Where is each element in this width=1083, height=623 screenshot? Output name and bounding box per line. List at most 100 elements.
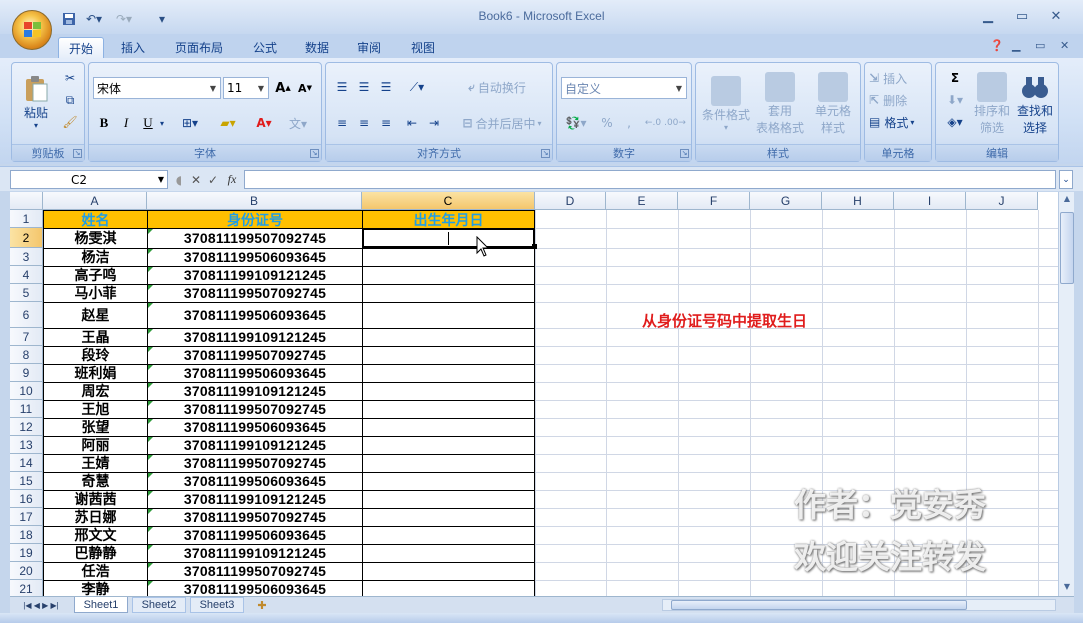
tab-formulas[interactable]: 公式	[242, 37, 288, 58]
name-cell[interactable]: 奇慧	[44, 472, 147, 490]
row-header[interactable]: 1	[10, 210, 43, 228]
fill-color-icon[interactable]: ▰▾	[211, 113, 245, 133]
worksheet-grid[interactable]: ABCDEFGHIJ 1 2 杨雯淇 370811199507092745 3 杨洁 370…	[10, 192, 1058, 596]
formula-expand-icon[interactable]: ◖	[170, 170, 188, 189]
name-cell[interactable]: 任浩	[44, 562, 147, 580]
id-number-cell[interactable]: 370811199506093645	[148, 248, 362, 266]
conditional-formatting-button[interactable]: 条件格式 ▾	[700, 67, 752, 141]
orientation-icon[interactable]: ⟋▾	[402, 77, 432, 97]
column-header-f[interactable]: F	[678, 192, 750, 210]
error-indicator-icon[interactable]	[148, 267, 153, 272]
number-launcher-icon[interactable]: ↘	[680, 149, 689, 158]
ribbon-restore-icon[interactable]: ▭	[1035, 39, 1045, 52]
name-cell[interactable]: 马小菲	[44, 284, 147, 302]
id-number-cell[interactable]: 370811199109121245	[148, 382, 362, 400]
row-header[interactable]: 12	[10, 418, 43, 436]
font-size-select[interactable]: 11 ▼	[223, 77, 269, 99]
name-cell[interactable]: 苏日娜	[44, 508, 147, 526]
name-cell[interactable]: 邢文文	[44, 526, 147, 544]
decrease-indent-icon[interactable]: ⇤	[402, 113, 422, 133]
row-header[interactable]: 7	[10, 328, 43, 346]
delete-cells-button[interactable]: ⇱ 删除	[869, 91, 931, 109]
insert-function-button[interactable]: fx	[222, 170, 242, 189]
name-cell[interactable]: 巴静静	[44, 544, 147, 562]
row-header[interactable]: 13	[10, 436, 43, 454]
font-launcher-icon[interactable]: ↘	[310, 149, 319, 158]
number-format-select[interactable]: 自定义 ▼	[561, 77, 687, 99]
error-indicator-icon[interactable]	[148, 249, 153, 254]
id-number-cell[interactable]: 370811199109121245	[148, 328, 362, 346]
row-header[interactable]: 9	[10, 364, 43, 382]
row-header[interactable]: 2	[10, 228, 43, 248]
minimize-button[interactable]: ▁	[972, 6, 1004, 26]
error-indicator-icon[interactable]	[148, 303, 153, 308]
comma-style-icon[interactable]: ,	[619, 113, 639, 133]
align-left-icon[interactable]: ≡	[332, 113, 352, 133]
grow-font-icon[interactable]: A ▲	[273, 78, 293, 98]
column-header-b[interactable]: B	[147, 192, 362, 210]
id-number-cell[interactable]: 370811199507092745	[148, 284, 362, 302]
name-cell[interactable]: 赵星	[44, 302, 147, 328]
name-cell[interactable]: 班利娟	[44, 364, 147, 382]
id-number-cell[interactable]: 370811199109121245	[148, 436, 362, 454]
header-name-cell[interactable]: 姓名	[44, 211, 147, 229]
row-header[interactable]: 15	[10, 472, 43, 490]
tab-view[interactable]: 视图	[400, 37, 446, 58]
name-cell[interactable]: 谢茜茜	[44, 490, 147, 508]
row-header[interactable]: 6	[10, 302, 43, 328]
id-number-cell[interactable]: 370811199506093645	[148, 526, 362, 544]
horizontal-scrollbar[interactable]	[662, 599, 1056, 611]
error-indicator-icon[interactable]	[148, 229, 153, 234]
tab-data[interactable]: 数据	[294, 37, 340, 58]
clear-icon[interactable]: ◈▾	[940, 113, 970, 131]
align-top-icon[interactable]: ☰	[332, 77, 352, 97]
name-cell[interactable]: 阿丽	[44, 436, 147, 454]
column-header-j[interactable]: J	[966, 192, 1038, 210]
font-name-select[interactable]: 宋体 ▼	[93, 77, 221, 99]
tab-home[interactable]: 开始	[58, 37, 104, 58]
wrap-text-button[interactable]: ⤶ 自动换行	[452, 77, 542, 97]
row-header[interactable]: 18	[10, 526, 43, 544]
id-number-cell[interactable]: 370811199109121245	[148, 544, 362, 562]
sheet-nav-icons[interactable]: |◀ ◀ ▶ ▶|	[12, 597, 70, 613]
row-header[interactable]: 5	[10, 284, 43, 302]
format-cells-button[interactable]: ▤ 格式 ▾	[869, 113, 931, 131]
horizontal-scroll-thumb[interactable]	[671, 600, 967, 610]
font-color-icon[interactable]: A▾	[249, 113, 279, 133]
cell-styles-button[interactable]: 单元格 样式	[808, 67, 858, 141]
column-header-h[interactable]: H	[822, 192, 894, 210]
error-indicator-icon[interactable]	[148, 365, 153, 370]
error-indicator-icon[interactable]	[148, 527, 153, 532]
find-select-button[interactable]: 查找和 选择	[1014, 67, 1056, 141]
align-right-icon[interactable]: ≡	[376, 113, 396, 133]
name-cell[interactable]: 李静	[44, 580, 147, 596]
sheet-tab-1[interactable]: Sheet1	[74, 597, 128, 613]
name-cell[interactable]: 杨雯淇	[44, 228, 147, 248]
column-header-e[interactable]: E	[606, 192, 678, 210]
cancel-entry-icon[interactable]: ✕	[188, 170, 204, 189]
currency-icon[interactable]: 💱▾	[561, 113, 591, 133]
insert-cells-button[interactable]: ⇲ 插入	[869, 69, 931, 87]
ribbon-minimize-icon[interactable]: ▁	[1012, 39, 1020, 52]
id-number-cell[interactable]: 370811199109121245	[148, 266, 362, 284]
row-header[interactable]: 4	[10, 266, 43, 284]
align-middle-icon[interactable]: ☰	[354, 77, 374, 97]
tab-review[interactable]: 审阅	[346, 37, 392, 58]
insert-sheet-icon[interactable]: ✚	[250, 597, 274, 613]
close-button[interactable]: ✕	[1040, 6, 1072, 26]
format-painter-icon[interactable]: 🖌	[60, 113, 80, 131]
name-cell[interactable]: 杨洁	[44, 248, 147, 266]
row-header[interactable]: 21	[10, 580, 43, 596]
error-indicator-icon[interactable]	[148, 347, 153, 352]
column-header-c[interactable]: C	[362, 192, 535, 210]
error-indicator-icon[interactable]	[148, 509, 153, 514]
column-header-d[interactable]: D	[535, 192, 606, 210]
error-indicator-icon[interactable]	[148, 329, 153, 334]
underline-dropdown-icon[interactable]: ▾	[157, 113, 167, 133]
id-number-cell[interactable]: 370811199507092745	[148, 346, 362, 364]
error-indicator-icon[interactable]	[148, 563, 153, 568]
format-as-table-button[interactable]: 套用 表格格式	[754, 67, 806, 141]
sort-filter-button[interactable]: 排序和 筛选	[972, 67, 1012, 141]
id-number-cell[interactable]: 370811199507092745	[148, 400, 362, 418]
id-number-cell[interactable]: 370811199507092745	[148, 562, 362, 580]
